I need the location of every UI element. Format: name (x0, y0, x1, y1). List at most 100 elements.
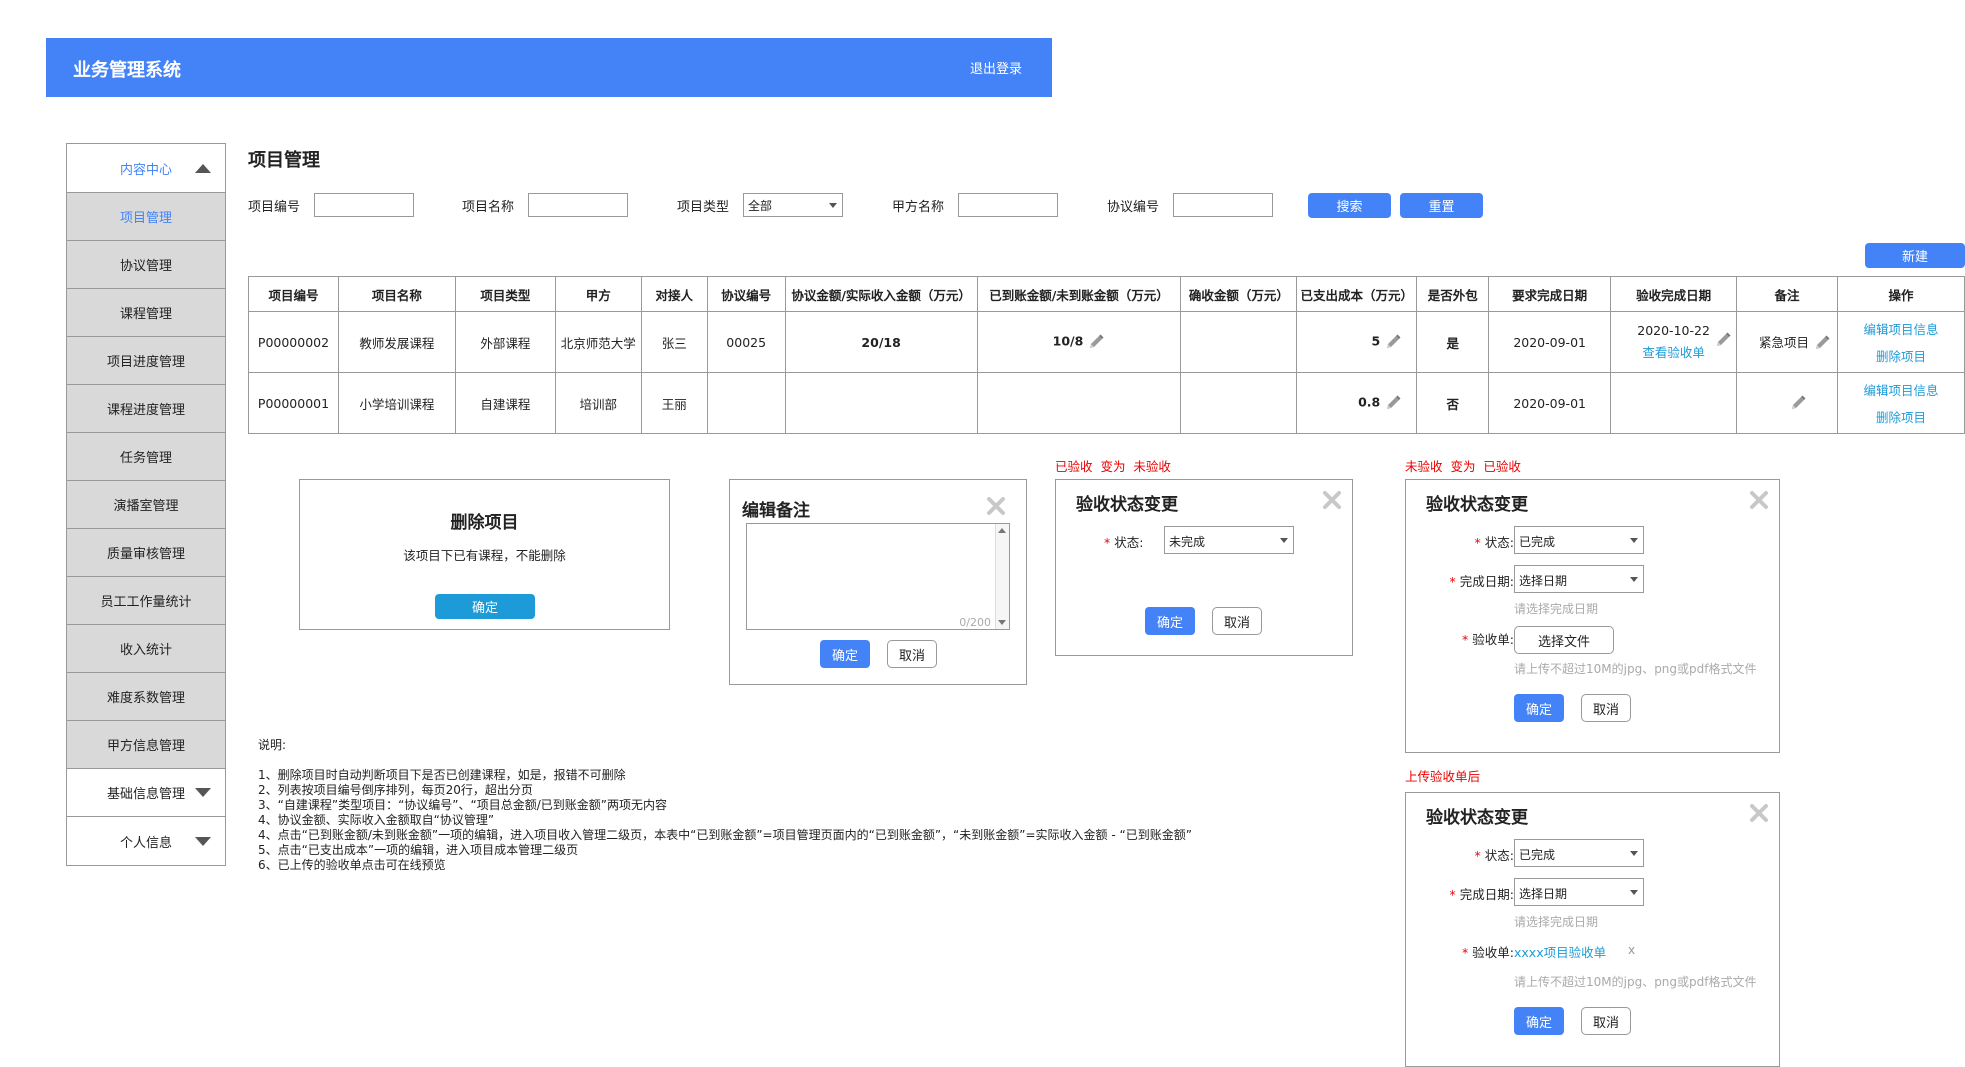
pencil-icon[interactable] (1813, 334, 1831, 352)
date-label-text: 完成日期: (1459, 574, 1514, 589)
sidebar-item-party-a[interactable]: 甲方信息管理 (67, 721, 225, 769)
sidebar-item-income[interactable]: 收入统计 (67, 625, 225, 673)
cell-cost: 5 (1296, 311, 1418, 373)
delete-project-link[interactable]: 删除项目 (1838, 346, 1964, 365)
file-hint: 请上传不超过10M的jpg、png或pdf格式文件 (1514, 662, 1757, 676)
notes-section: 说明: 1、删除项目时自动判断项目下是否已创建课程，如是，报错不可删除 2、列表… (258, 738, 1192, 873)
reset-button[interactable]: 重置 (1400, 193, 1483, 218)
status-select[interactable]: 未完成 (1164, 526, 1294, 554)
confirm-button[interactable]: 确定 (435, 594, 535, 619)
sidebar-item-project-progress[interactable]: 项目进度管理 (67, 337, 225, 385)
sidebar-item-task[interactable]: 任务管理 (67, 433, 225, 481)
table-header-row: 项目编号 项目名称 项目类型 甲方 对接人 协议编号 协议金额/实际收入金额（万… (248, 276, 1965, 312)
status-select[interactable]: 已完成 (1514, 839, 1644, 867)
chevron-down-icon (829, 203, 837, 208)
required-mark: * (1449, 574, 1460, 589)
note-line: 2、列表按项目编号倒序排列，每页20行，超出分页 (258, 783, 533, 797)
filter-label-project-name: 项目名称 (462, 200, 515, 215)
chevron-down-icon (1630, 538, 1638, 543)
cell-agreement-no: 00025 (706, 311, 786, 373)
remark-value: 紧急项目 (1759, 334, 1810, 350)
sidebar-item-course-progress[interactable]: 课程进度管理 (67, 385, 225, 433)
pencil-icon[interactable] (1087, 333, 1105, 351)
collapse-up-icon (195, 163, 211, 173)
sidebar-item-studio[interactable]: 演播室管理 (67, 481, 225, 529)
choose-file-button[interactable]: 选择文件 (1514, 626, 1614, 654)
cost-value: 0.8 (1358, 394, 1381, 410)
column-header: 对接人 (640, 276, 708, 312)
cancel-button[interactable]: 取消 (1212, 607, 1262, 635)
cancel-button[interactable]: 取消 (1581, 694, 1631, 722)
sidebar-group-personal-info[interactable]: 个人信息 (67, 817, 225, 865)
sidebar-item-project-management[interactable]: 项目管理 (67, 193, 225, 241)
delete-project-link[interactable]: 删除项目 (1838, 407, 1964, 426)
edit-project-link[interactable]: 编辑项目信息 (1838, 319, 1964, 338)
sidebar-item-quality[interactable]: 质量审核管理 (67, 529, 225, 577)
close-icon[interactable] (1749, 490, 1769, 510)
edit-project-link[interactable]: 编辑项目信息 (1838, 380, 1964, 399)
close-icon[interactable] (1749, 803, 1769, 823)
dialog-message: 该项目下已有课程，不能删除 (403, 548, 566, 563)
close-icon[interactable] (1322, 490, 1342, 510)
cell-project-name: 教师发展课程 (337, 311, 456, 373)
cell-cost: 0.8 (1296, 372, 1418, 434)
filter-label-project-no: 项目编号 (248, 200, 301, 215)
party-a-input[interactable] (958, 193, 1058, 217)
pencil-icon[interactable] (1384, 333, 1402, 351)
pencil-icon[interactable] (1789, 394, 1807, 412)
search-button[interactable]: 搜索 (1308, 193, 1391, 218)
confirm-button[interactable]: 确定 (1145, 607, 1195, 635)
completion-date-select[interactable]: 选择日期 (1514, 565, 1644, 593)
confirm-button[interactable]: 确定 (1514, 694, 1564, 722)
cell-agreement-no (706, 372, 786, 434)
sidebar-group-basic-info[interactable]: 基础信息管理 (67, 769, 225, 817)
uploaded-receipt-link[interactable]: xxxx项目验收单 (1514, 942, 1606, 961)
cell-outsourced: 是 (1416, 311, 1490, 373)
scroll-down-icon[interactable] (998, 620, 1006, 625)
scrollbar[interactable] (995, 524, 1009, 629)
note-line: 3、“自建课程”类型项目：“协议编号”、“项目总金额/已到账金额”两项无内容 (258, 798, 667, 812)
chevron-down-icon (1630, 851, 1638, 856)
sidebar-item-difficulty[interactable]: 难度系数管理 (67, 673, 225, 721)
confirm-button[interactable]: 确定 (1514, 1007, 1564, 1035)
project-name-input[interactable] (528, 193, 628, 217)
cell-project-type: 自建课程 (454, 372, 556, 434)
table-row: P00000001 小学培训课程 自建课程 培训部 王丽 0.8 否 2020-… (248, 372, 1965, 434)
cell-due-date: 2020-09-01 (1488, 311, 1612, 373)
close-icon[interactable] (986, 496, 1006, 516)
completion-date-select[interactable]: 选择日期 (1514, 878, 1644, 906)
column-header: 要求完成日期 (1488, 276, 1612, 312)
pencil-icon[interactable] (1714, 331, 1732, 349)
status-select[interactable]: 已完成 (1514, 526, 1644, 554)
chevron-down-icon (1630, 890, 1638, 895)
required-mark: * (1104, 535, 1115, 550)
new-button[interactable]: 新建 (1865, 243, 1965, 268)
project-type-value: 全部 (748, 199, 773, 213)
cell-amount: 20/18 (784, 311, 978, 373)
sidebar-head-content-center[interactable]: 内容中心 (67, 144, 225, 193)
sidebar-item-label: 项目管理 (119, 211, 172, 226)
remove-file-icon[interactable]: x (1628, 943, 1635, 957)
cancel-button[interactable]: 取消 (1581, 1007, 1631, 1035)
confirm-button[interactable]: 确定 (820, 640, 870, 668)
project-type-select[interactable]: 全部 (743, 193, 843, 217)
remark-textarea[interactable]: 0/200 (746, 523, 1010, 630)
agreement-no-input[interactable] (1173, 193, 1273, 217)
sidebar-item-course[interactable]: 课程管理 (67, 289, 225, 337)
column-header: 协议编号 (706, 276, 786, 312)
date-value: 选择日期 (1519, 574, 1568, 588)
sidebar-item-agreement[interactable]: 协议管理 (67, 241, 225, 289)
column-header: 项目类型 (454, 276, 556, 312)
project-no-input[interactable] (314, 193, 414, 217)
cell-contact: 王丽 (640, 372, 708, 434)
status-value: 未完成 (1169, 535, 1206, 549)
dialog-title: 验收状态变更 (1076, 495, 1178, 515)
logout-link[interactable]: 退出登录 (970, 58, 1022, 77)
cancel-button[interactable]: 取消 (887, 640, 937, 668)
arrived-value: 10/8 (1052, 333, 1084, 349)
expand-down-icon (195, 836, 211, 846)
sidebar-item-workload[interactable]: 员工工作量统计 (67, 577, 225, 625)
status-label-text: 状态: (1484, 535, 1514, 550)
pencil-icon[interactable] (1384, 394, 1402, 412)
scroll-up-icon[interactable] (998, 528, 1006, 533)
